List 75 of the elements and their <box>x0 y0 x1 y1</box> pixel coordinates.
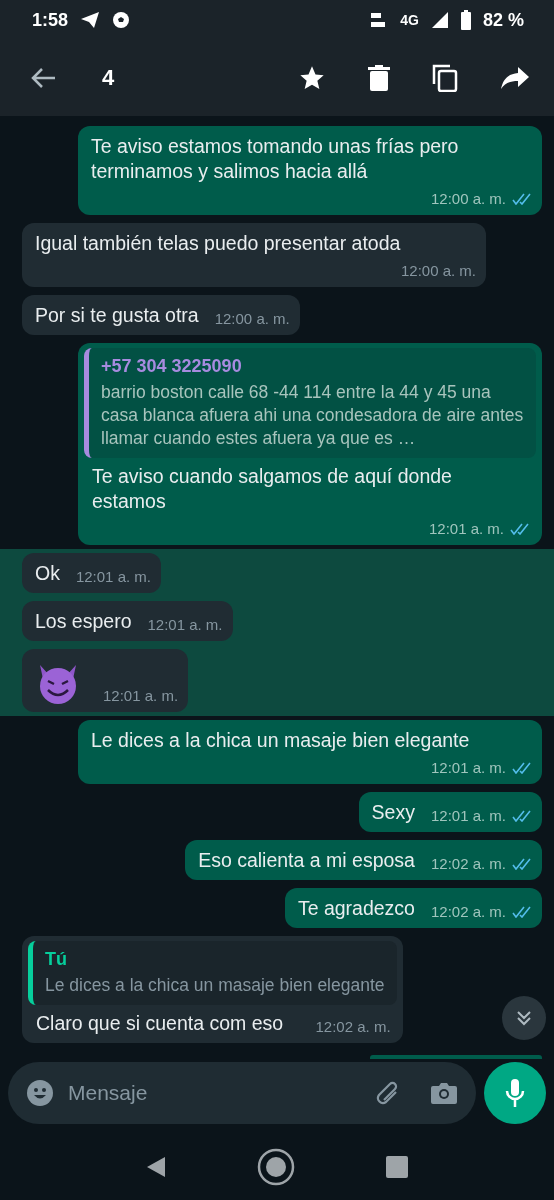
home-circle-icon <box>257 1148 295 1186</box>
message-bubble[interactable]: Igual también telas puedo presentar atoda 12:00 a. m. <box>22 223 486 287</box>
message-bubble[interactable]: Sexy 12:01 a. m. <box>358 792 542 832</box>
quoted-message[interactable]: +57 304 3225090 barrio boston calle 68 -44 114 entre la 44 y 45 una casa blanca afuera ahi una condesadora de aire antes llamar cuando estes afuera ya que es … <box>84 348 536 458</box>
status-time: 1:58 <box>32 9 69 31</box>
message-text: Los espero <box>35 609 132 634</box>
paper-plane-icon <box>80 11 101 29</box>
message-text: Te agradezco <box>297 896 415 921</box>
message-row[interactable]: Tú Le dices a la chica un masaje bien elegante Claro que si cuenta com eso 12:02 a. m. <box>0 936 554 1043</box>
scroll-down-button[interactable] <box>502 996 546 1040</box>
message-input[interactable]: Mensaje <box>66 1080 362 1106</box>
message-bubble[interactable]: Te agradezco 12:02 a. m. <box>284 888 542 928</box>
quoted-message[interactable]: Tú Le dices a la chica un masaje bien elegante <box>28 941 397 1005</box>
message-text: Igual también telas puedo presentar atoda <box>35 231 401 256</box>
message-text: Claro que si cuenta com eso <box>36 1011 284 1036</box>
message-row[interactable]: Sexy 12:01 a. m. <box>0 792 554 832</box>
message-time: 12:01 a. m. <box>147 615 223 634</box>
message-row[interactable]: Le dices a la chica un masaje bien elegante 12:01 a. m. <box>0 720 554 784</box>
forward-arrow-icon <box>500 66 530 90</box>
quote-author: +57 304 3225090 <box>101 356 243 377</box>
message-bubble[interactable]: Ok 12:01 a. m. <box>22 553 161 593</box>
message-bubble[interactable]: Tú Le dices a la chica un masaje bien elegante Claro que si cuenta com eso 12:02 a. m. <box>22 936 403 1043</box>
message-row[interactable]: Ok 12:01 a. m. <box>0 549 554 597</box>
message-time: 12:00 a. m. <box>430 184 532 208</box>
message-bubble[interactable]: Eso calienta a mi esposa 12:02 a. m. <box>185 840 542 880</box>
message-text: Eso calienta a mi esposa <box>198 848 415 873</box>
battery-icon <box>460 10 471 30</box>
message-text: Te aviso estamos tomando unas frías pero terminamos y salimos hacia allá <box>91 134 460 184</box>
message-row[interactable]: Te agradezco 12:02 a. m. <box>0 888 554 928</box>
square-icon <box>386 1156 409 1178</box>
message-text: Por si te gusta otra <box>35 303 199 328</box>
quote-text: Le dices a la chica un masaje bien elegante <box>45 974 385 997</box>
message-time: 12:01 a. m. <box>430 753 532 777</box>
star-icon <box>298 64 326 92</box>
back-arrow-icon <box>30 67 56 89</box>
message-time: 12:02 a. m. <box>430 849 532 873</box>
message-bubble[interactable] <box>78 343 542 545</box>
quote-text: barrio boston calle 68 -44 114 entre la 44 y 45 una casa blanca afuera ahi una condesadora de aire antes llamar cuando estes afuera ya que es … <box>101 381 524 450</box>
soccer-ball-icon <box>112 11 131 29</box>
message-time: 12:02 a. m. <box>430 897 532 921</box>
message-time: 12:01 a. m. <box>428 514 530 538</box>
message-bubble[interactable]: Le dices a la chica un masaje bien elegante 12:01 a. m. <box>78 720 542 784</box>
selected-count: 4 <box>102 65 115 91</box>
message-text: Le dices a la chica un masaje bien elegante <box>91 728 470 753</box>
message-bubble[interactable]: Por si te gusta otra 12:00 a. m. <box>22 295 300 335</box>
message-text: Te aviso cuando salgamos de aquí donde estamos <box>92 464 453 514</box>
network-type: 4G <box>400 12 419 28</box>
copy-icon <box>432 64 458 92</box>
message-row[interactable]: Por si te gusta otra 12:00 a. m. <box>0 295 554 335</box>
message-time: 12:01 a. m. <box>103 687 179 705</box>
message-field[interactable]: Mensaje <box>8 1062 476 1124</box>
message-row[interactable]: Te aviso estamos tomando unas frías pero terminamos y salimos hacia allá 12:00 a. m. <box>0 126 554 215</box>
message-bubble[interactable]: Te aviso estamos tomando unas frías pero terminamos y salimos hacia allá 12:00 a. m. <box>78 126 542 215</box>
message-text: Ok <box>35 561 60 586</box>
message-time: 12:01 a. m. <box>75 567 151 586</box>
message-row[interactable]: Eso calienta a mi esposa 12:02 a. m. <box>0 840 554 880</box>
message-row[interactable]: Los espero 12:01 a. m. <box>0 597 554 645</box>
double-chevron-icon <box>515 1009 533 1027</box>
message-bubble[interactable]: Los espero 12:01 a. m. <box>22 601 233 641</box>
smiley-icon[interactable] <box>26 1079 54 1107</box>
signal-icon <box>430 11 449 29</box>
quote-author: Tú <box>45 949 68 970</box>
message-time: 12:01 a. m. <box>430 801 532 825</box>
trash-icon <box>368 65 390 91</box>
message-time: 12:00 a. m. <box>400 261 476 280</box>
battery-percentage: 82 % <box>482 9 524 31</box>
message-time: 12:00 a. m. <box>214 309 290 328</box>
triangle-icon <box>145 1156 166 1178</box>
message-row[interactable]: Igual también telas puedo presentar atoda 12:00 a. m. <box>0 223 554 287</box>
message-row[interactable]: 12:01 a. m. <box>0 645 554 716</box>
camera-icon[interactable] <box>430 1081 458 1105</box>
message-time: 12:02 a. m. <box>315 1017 391 1036</box>
message-bubble[interactable]: 12:01 a. m. <box>22 649 189 712</box>
message-text: Sexy <box>371 800 415 825</box>
microphone-icon <box>504 1078 526 1108</box>
